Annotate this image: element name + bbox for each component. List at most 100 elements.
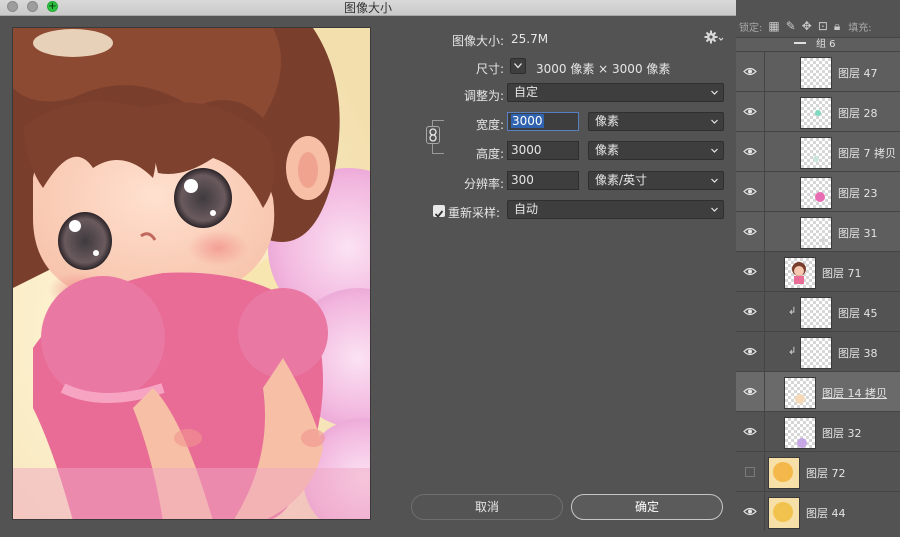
fit-to-select[interactable]: 自定 <box>507 83 724 102</box>
layer-thumbnail <box>800 57 832 89</box>
gear-icon[interactable] <box>704 29 724 45</box>
layer-row[interactable]: 图层 32 <box>736 411 900 451</box>
layer-name: 图层 7 拷贝 <box>838 147 896 160</box>
clipping-mask-icon: ↲ <box>788 346 797 357</box>
layer-row[interactable]: 图层 23 <box>736 171 900 211</box>
layer-thumbnail <box>800 217 832 249</box>
eye-icon <box>743 67 757 76</box>
link-icon[interactable] <box>426 126 440 144</box>
layer-row[interactable]: 图层 71 <box>736 251 900 291</box>
visibility-toggle[interactable] <box>736 292 765 331</box>
layer-row[interactable]: 图层 28 <box>736 91 900 131</box>
layer-row[interactable]: 图层 44 <box>736 491 900 531</box>
height-unit-select[interactable]: 像素 <box>588 141 724 160</box>
move-icon[interactable]: ✥ <box>802 19 812 33</box>
resample-label: 重新采样: <box>448 206 501 220</box>
layer-name: 图层 44 <box>806 507 846 520</box>
eye-icon <box>743 107 757 116</box>
eye-icon <box>743 387 757 396</box>
visibility-toggle[interactable] <box>736 492 765 531</box>
layer-row[interactable]: 图层 72 <box>736 451 900 491</box>
chevron-down-icon <box>711 90 718 95</box>
layer-row[interactable]: ↲ 图层 38 <box>736 331 900 371</box>
layer-name: 图层 28 <box>838 107 878 120</box>
eye-icon <box>743 507 757 516</box>
width-label: 宽度: <box>475 118 504 132</box>
layer-name: 图层 45 <box>838 307 878 320</box>
window-title: 图像大小 <box>343 1 392 15</box>
resolution-label: 分辨率: <box>463 177 504 191</box>
lock-icon[interactable]: 🔒︎ <box>834 19 840 34</box>
layer-name: 图层 72 <box>806 467 846 480</box>
layer-row[interactable]: 图层 31 <box>736 211 900 251</box>
resample-select[interactable]: 自动 <box>507 200 724 219</box>
height-field[interactable]: 3000 <box>507 141 579 160</box>
chevron-down-icon <box>711 148 718 153</box>
visibility-toggle[interactable] <box>736 252 765 291</box>
layer-thumbnail <box>784 377 816 409</box>
layer-thumbnail <box>784 417 816 449</box>
brush-icon[interactable]: ✎ <box>786 19 796 33</box>
fit-to-value: 自定 <box>514 85 539 99</box>
dimensions-unit-dropdown[interactable] <box>510 58 526 74</box>
visibility-toggle[interactable] <box>736 92 765 131</box>
height-value: 3000 <box>511 143 542 157</box>
visibility-toggle[interactable] <box>736 132 765 171</box>
folder-icon <box>794 42 806 44</box>
artboard-icon[interactable]: ⊡ <box>818 19 828 33</box>
layer-thumbnail <box>800 177 832 209</box>
image-size-label: 图像大小: <box>451 34 504 48</box>
lock-label: 锁定: <box>739 22 763 34</box>
image-size-dialog: + 图像大小 图像大小: 25.7M 尺寸: 3000 像素 × 3000 像素… <box>0 0 736 537</box>
eye-icon <box>743 267 757 276</box>
visibility-toggle[interactable] <box>736 212 765 251</box>
group-name: 组 6 <box>816 39 836 50</box>
eye-icon <box>743 347 757 356</box>
height-label: 高度: <box>475 147 504 161</box>
resolution-unit-select[interactable]: 像素/英寸 <box>588 171 724 190</box>
chevron-down-icon <box>711 178 718 183</box>
chevron-down-icon <box>514 63 522 69</box>
layer-row[interactable]: ↲ 图层 45 <box>736 291 900 331</box>
layer-name: 图层 47 <box>838 67 878 80</box>
layer-thumbnail <box>800 337 832 369</box>
eye-icon <box>743 227 757 236</box>
ok-button[interactable]: 确定 <box>571 494 723 520</box>
resolution-field[interactable]: 300 <box>507 171 579 190</box>
visibility-toggle[interactable] <box>736 372 765 411</box>
cancel-button[interactable]: 取消 <box>411 494 563 520</box>
layers-toolbar: 锁定: ▦ ✎ ✥ ⊡ 🔒︎ 填充: <box>736 15 900 37</box>
visibility-toggle[interactable] <box>736 452 765 491</box>
resample-value: 自动 <box>514 202 539 216</box>
width-value: 3000 <box>511 114 544 128</box>
image-size-value: 25.7M <box>511 32 549 46</box>
clipping-mask-icon: ↲ <box>788 306 797 317</box>
lock-transparent-icon[interactable]: ▦ <box>768 19 779 33</box>
width-unit-select[interactable]: 像素 <box>588 112 724 131</box>
layer-thumbnail <box>768 457 800 489</box>
visibility-toggle[interactable] <box>736 172 765 211</box>
layer-thumbnail <box>800 137 832 169</box>
layer-name: 图层 14 拷贝 <box>822 387 887 400</box>
image-preview[interactable] <box>12 27 371 520</box>
layer-row[interactable]: 图层 47 <box>736 51 900 91</box>
eye-icon <box>743 427 757 436</box>
group-header[interactable]: 组 6 <box>736 37 900 52</box>
eye-icon <box>743 187 757 196</box>
layer-thumbnail <box>784 257 816 289</box>
visibility-toggle[interactable] <box>736 412 765 451</box>
visibility-toggle[interactable] <box>736 332 765 371</box>
eye-icon <box>743 147 757 156</box>
visibility-toggle[interactable] <box>736 52 765 91</box>
dimensions-label: 尺寸: <box>475 62 504 76</box>
fit-to-label: 调整为: <box>463 89 504 103</box>
width-field[interactable]: 3000 <box>507 112 579 131</box>
fill-label: 填充: <box>848 22 872 34</box>
layer-name: 图层 32 <box>822 427 862 440</box>
resolution-value: 300 <box>511 173 534 187</box>
dimensions-value: 3000 像素 × 3000 像素 <box>536 62 671 76</box>
layer-row[interactable]: 图层 14 拷贝 <box>736 371 900 411</box>
resample-checkbox[interactable] <box>433 205 445 218</box>
preview-illustration <box>13 28 370 519</box>
layer-row[interactable]: 图层 7 拷贝 <box>736 131 900 171</box>
